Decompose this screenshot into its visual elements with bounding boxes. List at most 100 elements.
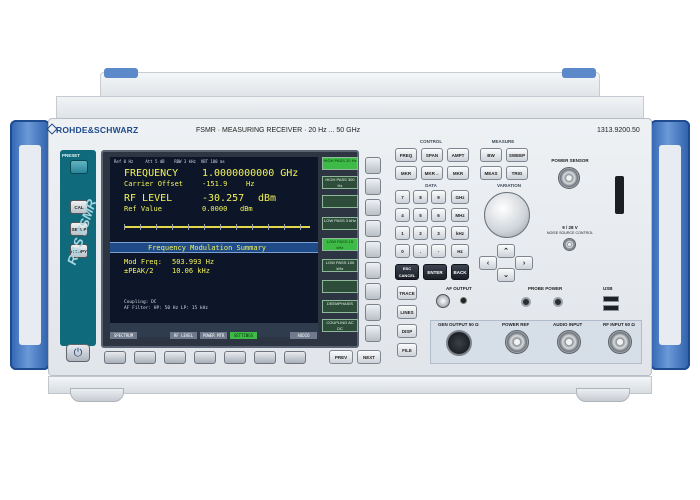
softkey-high-pass-20[interactable]: HIGH PASS 20 Hz [322,157,358,170]
preset-button[interactable] [70,160,88,174]
softkey-high-pass-300[interactable]: HIGH PASS 300 Hz [322,176,358,189]
trace-key[interactable]: TRACE [397,286,417,300]
probe-power-connector-1[interactable] [521,297,531,307]
hotkey-button-3[interactable] [164,351,186,364]
audio-input-connector[interactable] [557,330,581,354]
hotkey-button-2[interactable] [134,351,156,364]
softkey-deemphasis[interactable]: DEEMPHASIS [322,300,358,313]
hotkey-audio[interactable]: AUDIO [290,332,317,339]
file-key[interactable]: FILE [397,343,417,357]
headphone-jack[interactable] [460,297,467,304]
hotkey-power-mtr[interactable]: POWER MTR [200,332,227,339]
key-dot[interactable]: . [413,244,428,258]
softkey-button-4[interactable] [365,220,381,237]
hz-key[interactable]: Hz [451,244,469,258]
probe-power-connector-2[interactable] [553,297,563,307]
ref-value-unit: dBm [240,205,253,213]
arrow-up-key[interactable]: ⌃ [497,244,515,258]
hotkey-button-5[interactable] [224,351,246,364]
arrow-right-key[interactable]: › [515,256,533,270]
softkey-button-2[interactable] [365,178,381,195]
next-button[interactable]: NEXT [357,350,381,364]
power-sensor-connector[interactable] [558,167,580,189]
arrow-left-key[interactable]: ‹ [479,256,497,270]
softkey-button-7[interactable] [365,283,381,300]
freq-label: FREQUENCY [124,168,179,179]
softkey-button-8[interactable] [365,304,381,321]
softkey-button-9[interactable] [365,325,381,342]
softkey-low-pass-3k[interactable]: LOW PASS 3 kHz [322,217,358,230]
key-2[interactable]: 2 [413,226,428,240]
trig-key[interactable]: TRIG [506,166,528,180]
mkr-key[interactable]: MKR [395,166,417,180]
back-key[interactable]: BACK [451,264,469,280]
mkr-fctn-key[interactable]: MKR FCTN [447,166,469,180]
meas-key[interactable]: MEAS [480,166,502,180]
sweep-key[interactable]: SWEEP [506,148,528,162]
hotkey-rf-level[interactable]: RF LEVEL [170,332,197,339]
usb-label: USB [603,286,613,291]
gen-output-connector[interactable] [446,330,472,356]
softkey-blank-1[interactable] [322,195,358,208]
upper-cover [56,96,644,120]
key-6[interactable]: 6 [431,208,446,222]
carrier-offset-value: -151.9 [202,180,228,188]
hotkey-settings[interactable]: SETTINGS [230,332,257,339]
span-key[interactable]: SPAN [421,148,443,162]
softkey-button-3[interactable] [365,199,381,216]
prev-button[interactable]: PREV [329,350,353,364]
key-9[interactable]: 9 [431,190,446,204]
af-output-label: AF OUTPUT [446,286,472,291]
hotkey-button-4[interactable] [194,351,216,364]
power-sensor-voltage: 9 / 28 V [562,225,578,230]
softkey-button-1[interactable] [365,157,381,174]
rotary-knob[interactable] [484,192,530,238]
lines-key[interactable]: LINES [397,305,417,319]
khz-key[interactable]: kHz [451,226,469,240]
bw-key[interactable]: BW [480,148,502,162]
key-3[interactable]: 3 [431,226,446,240]
coupling-text: Coupling: DC [124,300,157,305]
ghz-key[interactable]: GHz [451,190,469,204]
softkey-coupling[interactable]: COUPLING AC DC [322,319,358,332]
freq-key[interactable]: FREQ [395,148,417,162]
hotkey-spectrum[interactable]: SPECTRUM [110,332,137,339]
esc-cancel-key[interactable]: ESC CANCEL [395,264,419,280]
top-status-bar: Ref 0 Hz Att 5 dB RBW 3 kHz VBT 100 ms [114,159,225,164]
rf-input-label: RF INPUT 50 Ω [603,322,635,327]
power-ref-connector[interactable] [505,330,529,354]
measure-label: MEASURE [491,139,515,144]
handle-right[interactable] [650,120,690,370]
rf-level-value: -30.257 [202,193,245,204]
softkey-low-pass-15k[interactable]: LOW PASS 15 kHz [322,238,358,251]
ampt-key[interactable]: AMPT [447,148,469,162]
power-icon[interactable]: ⏻ [66,344,90,362]
key-8[interactable]: 8 [413,190,428,204]
rail-tab-left [104,68,138,78]
softkey-button-5[interactable] [365,241,381,258]
handle-left[interactable] [10,120,50,370]
key-minus[interactable]: - [431,244,446,258]
freq-value: 1.0000000000 GHz [202,168,299,179]
hotkey-button-6[interactable] [254,351,276,364]
key-1[interactable]: 1 [395,226,410,240]
key-4[interactable]: 4 [395,208,410,222]
af-output-knob[interactable] [436,294,450,308]
disp-key[interactable]: DISP [397,324,417,338]
hotkey-button-7[interactable] [284,351,306,364]
key-5[interactable]: 5 [413,208,428,222]
hotkey-button-1[interactable] [104,351,126,364]
key-0[interactable]: 0 [395,244,410,258]
enter-key[interactable]: ENTER [423,264,447,280]
arrow-down-key[interactable]: ⌄ [497,268,515,282]
noise-source-connector[interactable] [563,238,576,251]
usb-port-1[interactable] [603,296,619,302]
softkey-blank-2[interactable] [322,280,358,293]
key-7[interactable]: 7 [395,190,410,204]
mhz-key[interactable]: MHz [451,208,469,222]
softkey-low-pass-100k[interactable]: LOW PASS 100 kHz [322,259,358,272]
softkey-button-6[interactable] [365,262,381,279]
usb-port-2[interactable] [603,305,619,311]
mkr-arrow-key[interactable]: MKR→ [421,166,443,180]
rf-input-connector[interactable] [608,330,632,354]
